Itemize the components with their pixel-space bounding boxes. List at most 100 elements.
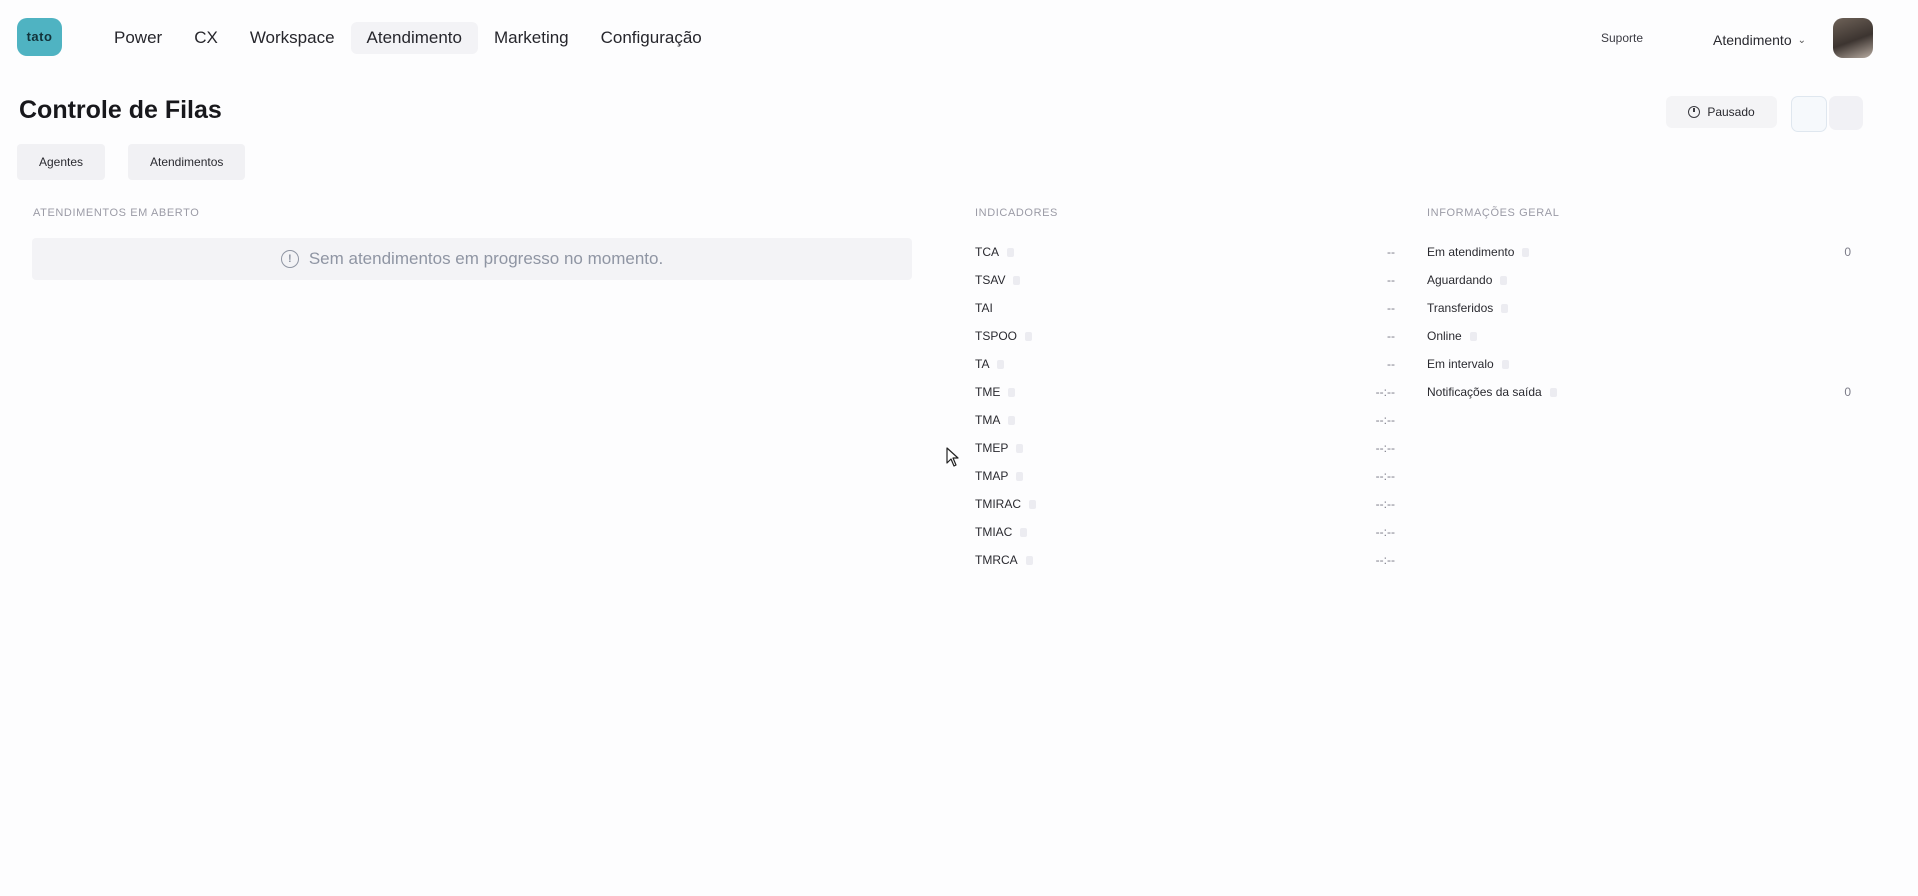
general-info-list: Em atendimento 0 Aguardando Transferidos … <box>1427 238 1851 406</box>
indicator-label: TME <box>975 385 1001 399</box>
indicator-value: --:-- <box>1375 553 1395 567</box>
chevron-down-icon: ⌄ <box>1797 34 1806 46</box>
help-icon[interactable] <box>1469 331 1477 341</box>
indicators-list: TCA -- TSAV -- TAI -- TSPOO -- TA -- TME --:--… <box>975 238 1395 574</box>
info-label: Em atendimento <box>1427 245 1515 259</box>
mouse-cursor-icon <box>946 447 959 467</box>
options-button[interactable] <box>1829 96 1863 130</box>
indicators-title: INDICADORES <box>975 207 1058 219</box>
pause-status-button[interactable]: Pausado <box>1666 96 1777 128</box>
logo-text: tato <box>26 28 53 44</box>
list-item: Em intervalo <box>1427 350 1851 378</box>
indicator-label: TCA <box>975 245 999 259</box>
info-label: Transferidos <box>1427 301 1494 315</box>
help-icon[interactable] <box>1008 387 1016 397</box>
indicator-value: --:-- <box>1375 385 1395 399</box>
indicator-value: --:-- <box>1375 413 1395 427</box>
list-item: TSAV -- <box>975 266 1395 294</box>
info-label: Aguardando <box>1427 273 1493 287</box>
list-item: TME --:-- <box>975 378 1395 406</box>
list-item: Aguardando <box>1427 266 1851 294</box>
list-item: Em atendimento 0 <box>1427 238 1851 266</box>
help-icon[interactable] <box>1016 443 1024 453</box>
indicator-label: TMIAC <box>975 525 1013 539</box>
indicator-value: --:-- <box>1375 525 1395 539</box>
department-label: Atendimento <box>1713 32 1792 48</box>
info-icon: ! <box>280 250 299 268</box>
list-item: TMIRAC --:-- <box>975 490 1395 518</box>
help-icon[interactable] <box>997 359 1005 369</box>
help-icon[interactable] <box>1549 387 1557 397</box>
indicator-label: TMRCA <box>975 553 1018 567</box>
help-icon[interactable] <box>1522 247 1530 257</box>
tab-agentes[interactable]: Agentes <box>17 144 106 180</box>
help-icon[interactable] <box>1016 471 1024 481</box>
view-toggle-button[interactable] <box>1791 96 1827 132</box>
nav-item-cx[interactable]: CX <box>178 22 234 54</box>
indicator-label: TMA <box>975 413 1001 427</box>
indicator-value: -- <box>1387 329 1395 343</box>
user-name <box>1713 16 1806 32</box>
list-item: Online <box>1427 322 1851 350</box>
avatar[interactable] <box>1833 18 1873 58</box>
help-icon[interactable] <box>1013 275 1021 285</box>
list-item: TMAP --:-- <box>975 462 1395 490</box>
clock-icon <box>1688 106 1701 118</box>
help-icon[interactable] <box>1501 303 1509 313</box>
info-value: 0 <box>1844 245 1851 259</box>
indicator-value: --:-- <box>1375 469 1395 483</box>
help-icon[interactable] <box>1029 499 1036 509</box>
department-selector[interactable]: Atendimento ⌄ <box>1713 32 1806 48</box>
help-icon[interactable] <box>1500 275 1508 285</box>
info-label: Online <box>1427 329 1462 343</box>
indicator-label: TSPOO <box>975 329 1018 343</box>
nav-item-atendimento[interactable]: Atendimento <box>350 22 478 54</box>
indicator-label: TA <box>975 357 990 371</box>
indicator-value: --:-- <box>1375 497 1395 511</box>
list-item: Transferidos <box>1427 294 1851 322</box>
help-icon[interactable] <box>1025 331 1033 341</box>
pause-status-label: Pausado <box>1707 105 1755 119</box>
empty-state: ! Sem atendimentos em progresso no momen… <box>32 238 912 280</box>
help-icon[interactable] <box>1007 247 1014 257</box>
empty-state-text: Sem atendimentos em progresso no momento… <box>308 249 664 268</box>
help-icon[interactable] <box>1501 359 1509 369</box>
list-item: TCA -- <box>975 238 1395 266</box>
nav-item-workspace[interactable]: Workspace <box>234 22 351 54</box>
nav-item-power[interactable]: Power <box>98 22 178 54</box>
list-item: TMA --:-- <box>975 406 1395 434</box>
list-item: TAI -- <box>975 294 1395 322</box>
indicator-value: -- <box>1387 273 1395 287</box>
list-item: TMEP --:-- <box>975 434 1395 462</box>
help-icon[interactable] <box>1025 555 1033 565</box>
top-navigation-bar: tato Power CX Workspace Atendimento Mark… <box>0 0 1918 76</box>
brand-logo[interactable]: tato <box>17 18 62 56</box>
list-item: Notificações da saída 0 <box>1427 378 1851 406</box>
help-icon[interactable] <box>1008 415 1016 425</box>
indicator-label: TMEP <box>975 441 1009 455</box>
nav-item-marketing[interactable]: Marketing <box>478 22 585 54</box>
user-menu[interactable]: Atendimento ⌄ <box>1713 16 1806 48</box>
general-info-title: INFORMAÇÕES GERAL <box>1427 207 1560 219</box>
tab-atendimentos[interactable]: Atendimentos <box>128 144 246 180</box>
main-nav: Power CX Workspace Atendimento Marketing… <box>98 22 718 54</box>
list-item: TA -- <box>975 350 1395 378</box>
indicator-label: TMIRAC <box>975 497 1021 511</box>
indicator-label: TMAP <box>975 469 1009 483</box>
list-item: TSPOO -- <box>975 322 1395 350</box>
indicator-value: -- <box>1387 357 1395 371</box>
nav-item-configuracao[interactable]: Configuração <box>585 22 718 54</box>
indicator-value: --:-- <box>1375 441 1395 455</box>
indicator-value: -- <box>1387 245 1395 259</box>
list-item: TMRCA --:-- <box>975 546 1395 574</box>
list-item: TMIAC --:-- <box>975 518 1395 546</box>
info-label: Em intervalo <box>1427 357 1494 371</box>
info-value: 0 <box>1844 385 1851 399</box>
indicator-label: TSAV <box>975 273 1006 287</box>
indicator-label: TAI <box>975 301 993 315</box>
support-link[interactable]: Suporte <box>1601 31 1643 45</box>
page-title: Controle de Filas <box>19 96 222 124</box>
open-attendances-title: ATENDIMENTOS EM ABERTO <box>33 207 200 219</box>
help-icon[interactable] <box>1020 527 1028 537</box>
info-label: Notificações da saída <box>1427 385 1542 399</box>
